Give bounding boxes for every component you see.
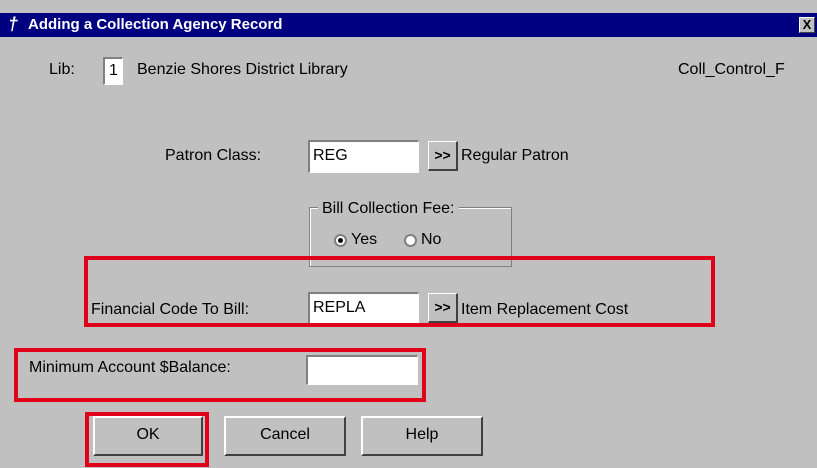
close-button[interactable]: X (799, 17, 815, 33)
window-title: Adding a Collection Agency Record (28, 16, 283, 33)
dagger-icon: † (8, 14, 19, 34)
lib-label: Lib: (49, 61, 75, 78)
min-balance-highlight (14, 348, 426, 402)
bill-fee-yes-radio[interactable] (334, 234, 347, 247)
bill-fee-no-radio[interactable] (404, 234, 417, 247)
library-name: Benzie Shores District Library (137, 61, 348, 78)
title-bar[interactable]: † Adding a Collection Agency Record X (0, 13, 817, 37)
patron-class-description: Regular Patron (461, 147, 569, 164)
bill-fee-legend: Bill Collection Fee: (318, 199, 459, 219)
patron-class-lookup-button[interactable]: >> (428, 141, 458, 171)
patron-class-field[interactable]: REG (308, 140, 419, 173)
ok-highlight (85, 412, 209, 467)
help-button[interactable]: Help (361, 416, 483, 456)
form-id: Coll_Control_F (678, 61, 785, 78)
patron-class-label: Patron Class: (165, 147, 262, 164)
radio-selected-dot (338, 238, 343, 243)
cancel-button[interactable]: Cancel (224, 416, 346, 456)
lib-field[interactable]: 1 (103, 57, 123, 85)
bill-fee-yes-label[interactable]: Yes (351, 230, 377, 250)
financial-code-highlight (84, 256, 715, 327)
bill-fee-no-label[interactable]: No (421, 230, 441, 250)
collection-agency-dialog: † Adding a Collection Agency Record X Li… (0, 0, 817, 468)
